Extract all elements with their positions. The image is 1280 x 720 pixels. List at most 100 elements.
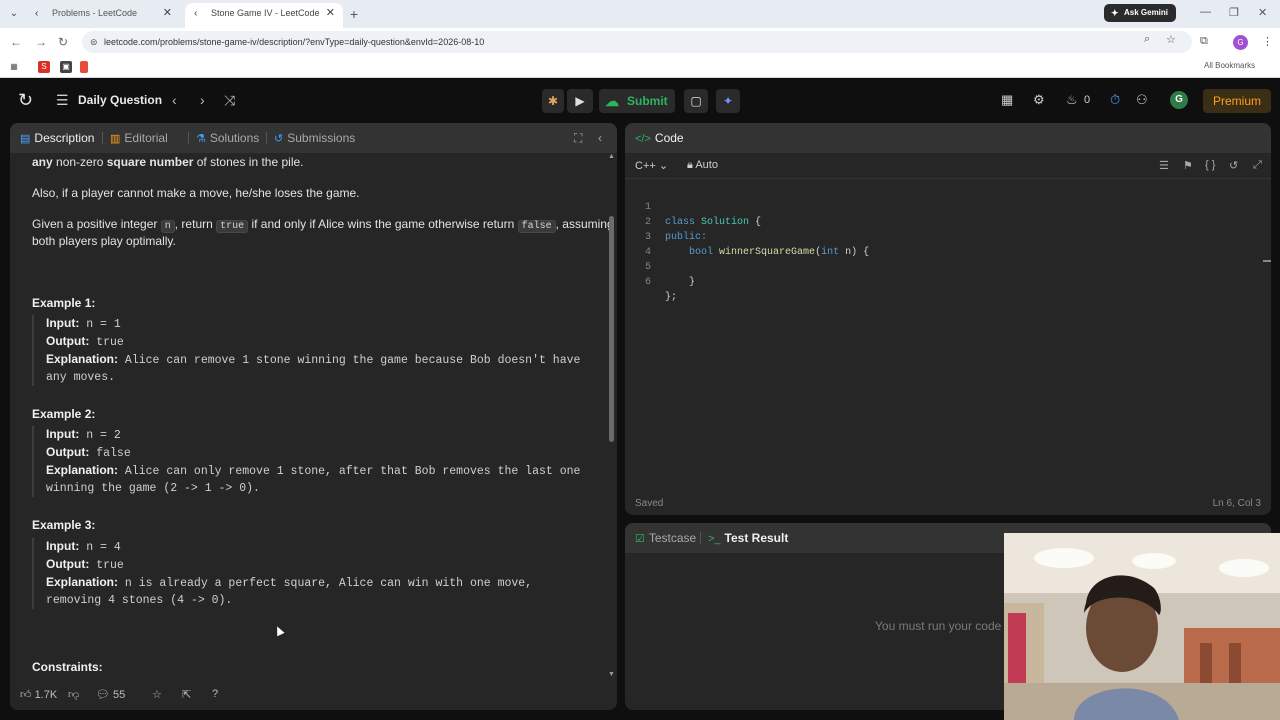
- bookmark-favicon-icon[interactable]: ▣: [60, 61, 72, 73]
- code-panel: </> Code C++ ⌄ 🔒︎ Auto ☰ ⚑ { } ↺ ⤢ 1 clas…: [625, 123, 1271, 515]
- bookmark-favicon-icon[interactable]: S: [38, 61, 50, 73]
- description-tabs: ▤ Description ▥ Editorial ⚗ Solutions ↺ Subm…: [10, 123, 617, 153]
- statement-text: , return: [174, 217, 217, 231]
- expand-panel-icon[interactable]: ⛶: [574, 131, 582, 146]
- leetcode-logo-icon[interactable]: ↻: [18, 90, 33, 111]
- code-text: };: [665, 292, 678, 303]
- braces-icon[interactable]: { }: [1205, 159, 1215, 171]
- output-value: false: [89, 447, 131, 460]
- ask-gemini-button[interactable]: ✦ Ask Gemini: [1104, 4, 1176, 22]
- comments-button[interactable]: 💬︎ 55: [96, 688, 125, 701]
- bookmark-favicon-icon[interactable]: [80, 61, 88, 73]
- tab-search-icon[interactable]: ⌄: [6, 6, 22, 22]
- terminal-icon: >_: [708, 533, 721, 545]
- cursor-position: Ln 6, Col 3: [1212, 498, 1261, 509]
- bookmark-icon[interactable]: ⚑: [1183, 159, 1193, 172]
- daily-question-title[interactable]: Daily Question: [78, 93, 162, 107]
- url-field[interactable]: ⊜ leetcode.com/problems/stone-game-iv/de…: [82, 31, 1192, 53]
- code-text: }: [665, 277, 696, 288]
- output-label: Output:: [46, 445, 90, 459]
- close-tab-icon[interactable]: ✕: [163, 3, 172, 24]
- notes-icon[interactable]: ▢: [684, 89, 708, 113]
- bookmarks-bar: ▦ S ▣ All Bookmarks: [0, 56, 1280, 78]
- statement-text: of stones in the pile.: [193, 155, 304, 169]
- user-avatar[interactable]: G: [1170, 91, 1188, 109]
- description-scrollbar[interactable]: [609, 216, 614, 442]
- example-explanation: Explanation: n is already a perfect squa…: [46, 574, 612, 592]
- thumbs-up-icon: 👍︎: [20, 689, 35, 701]
- site-info-icon[interactable]: ⊜: [90, 31, 98, 53]
- statement-line: Also, if a player cannot make a move, he…: [32, 186, 360, 200]
- reload-icon[interactable]: ↻: [58, 35, 68, 49]
- input-value: n = 2: [79, 429, 121, 442]
- extensions-icon[interactable]: ⧉: [1200, 35, 1208, 48]
- code-brackets-icon: </>: [635, 133, 651, 145]
- all-bookmarks-link[interactable]: All Bookmarks: [1204, 61, 1255, 70]
- input-label: Input:: [46, 539, 80, 553]
- prev-problem-icon[interactable]: ‹: [172, 92, 177, 108]
- tab-code[interactable]: </> Code: [635, 131, 684, 145]
- forward-icon[interactable]: →: [35, 35, 47, 49]
- run-button[interactable]: ▶: [567, 89, 593, 113]
- code-panel-header: </> Code: [625, 123, 1271, 153]
- editor-scrollbar[interactable]: [1263, 260, 1271, 262]
- new-tab-button[interactable]: +: [345, 5, 363, 23]
- fullscreen-icon[interactable]: ⤢: [1253, 159, 1262, 172]
- language-select[interactable]: C++ ⌄: [635, 159, 668, 172]
- collapse-panel-icon[interactable]: ‹: [598, 131, 602, 145]
- debug-icon[interactable]: ✱: [542, 89, 564, 113]
- keyword: int: [821, 247, 840, 258]
- restore-icon[interactable]: ❐: [1229, 6, 1239, 19]
- timer-icon[interactable]: ⏱: [1110, 92, 1120, 108]
- back-icon[interactable]: ←: [10, 35, 22, 49]
- like-button[interactable]: 👍︎ 1.7K: [20, 688, 57, 701]
- next-problem-icon[interactable]: ›: [200, 92, 205, 108]
- close-tab-icon[interactable]: ✕: [326, 3, 335, 24]
- format-icon[interactable]: ☰: [1159, 159, 1169, 172]
- layout-icon[interactable]: ▦: [1001, 92, 1013, 108]
- minimize-icon[interactable]: —: [1200, 6, 1211, 18]
- random-problem-icon[interactable]: ⤨: [224, 92, 235, 109]
- browser-menu-icon[interactable]: ⋮: [1262, 35, 1273, 48]
- submit-button[interactable]: ☁ Submit: [599, 89, 675, 113]
- share-icon[interactable]: ⇱: [182, 688, 191, 701]
- apps-grid-icon[interactable]: ▦: [8, 61, 20, 73]
- example-block: Input: n = 4 Output: true Explanation: n…: [32, 538, 612, 609]
- auto-mode-toggle[interactable]: 🔒︎ Auto: [687, 159, 718, 172]
- like-count: 1.7K: [34, 689, 58, 701]
- close-window-icon[interactable]: ✕: [1258, 6, 1267, 19]
- tab-submissions[interactable]: ↺ Submissions: [274, 131, 355, 145]
- streak-count: 0: [1084, 94, 1091, 106]
- tab-solutions[interactable]: ⚗ Solutions: [196, 131, 259, 145]
- tab-test-result[interactable]: >_ Test Result: [708, 531, 788, 545]
- premium-button[interactable]: Premium: [1203, 89, 1271, 113]
- scroll-down-icon[interactable]: ▼: [608, 671, 615, 678]
- add-friend-icon[interactable]: ⚇: [1136, 92, 1148, 108]
- tab-editorial[interactable]: ▥ Editorial: [110, 131, 168, 145]
- statement-text: non-zero: [52, 155, 107, 169]
- favorite-star-icon[interactable]: ☆: [152, 688, 162, 701]
- leetcode-header: ↻ ☰ Daily Question ‹ › ⤨ ✱ ▶ ☁ Submit ▢ …: [0, 80, 1280, 122]
- browser-tab-problems[interactable]: ‹ Problems - LeetCode ✕: [26, 3, 180, 28]
- help-icon[interactable]: ?: [212, 688, 218, 700]
- scroll-up-icon[interactable]: ▲: [608, 153, 615, 160]
- input-value: n = 4: [79, 541, 121, 554]
- reset-code-icon[interactable]: ↺: [1229, 159, 1238, 172]
- browser-tab-stone-game[interactable]: ‹ Stone Game IV - LeetCode ✕: [185, 3, 343, 28]
- keyword: bool: [689, 247, 714, 258]
- tab-testcase[interactable]: ☑ Testcase: [635, 531, 696, 545]
- tab-title: Stone Game IV - LeetCode: [211, 8, 320, 18]
- settings-gear-icon[interactable]: ⚙: [1033, 92, 1045, 108]
- streak-fire-icon[interactable]: ♨: [1066, 92, 1078, 108]
- tab-label: Testcase: [648, 531, 697, 545]
- example-explanation-cont: removing 4 stones (4 -> 0).: [46, 594, 233, 607]
- example-input: Input: n = 2: [46, 426, 612, 444]
- ai-assist-icon[interactable]: ✦: [716, 89, 740, 113]
- dislike-icon[interactable]: 👎︎: [68, 688, 79, 701]
- zoom-icon[interactable]: ⌕: [1144, 33, 1150, 46]
- bookmark-star-icon[interactable]: ☆: [1166, 33, 1176, 46]
- problem-list-icon[interactable]: ☰: [56, 92, 69, 109]
- tab-description[interactable]: ▤ Description: [20, 131, 94, 145]
- example-block: Input: n = 1 Output: true Explanation: A…: [32, 315, 612, 386]
- profile-avatar[interactable]: G: [1233, 35, 1248, 50]
